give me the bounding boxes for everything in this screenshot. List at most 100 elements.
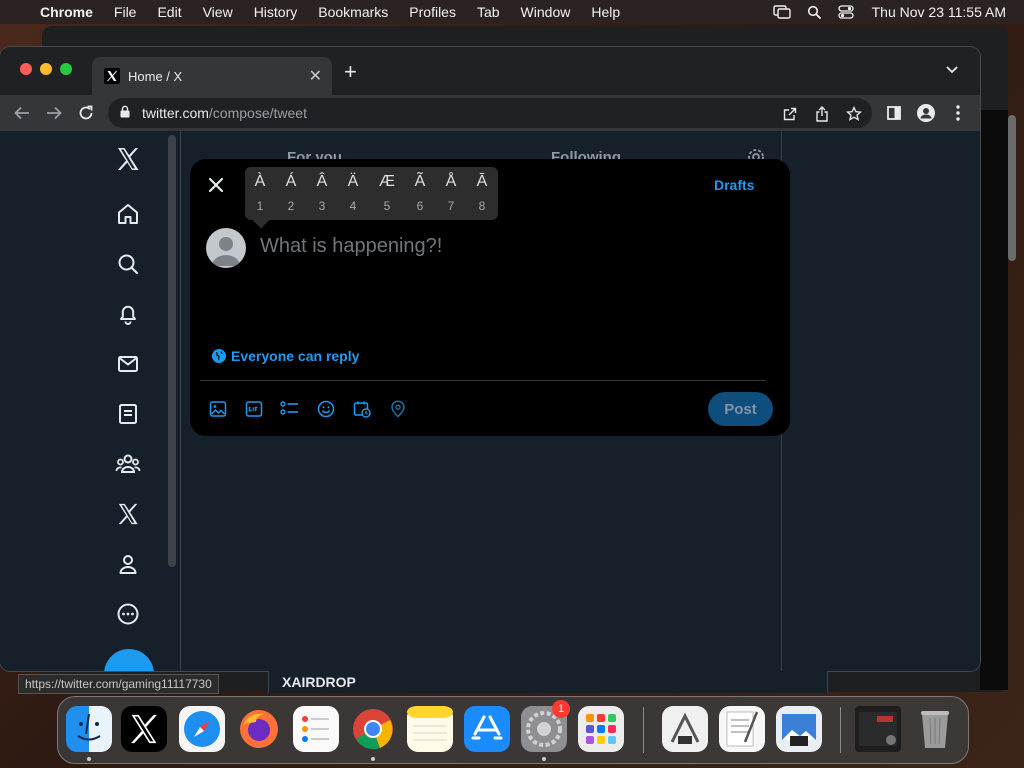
reminders-icon[interactable] xyxy=(293,706,339,752)
menubar-clock[interactable]: Thu Nov 23 11:55 AM xyxy=(872,4,1006,20)
accent-shortcut-number: 1 xyxy=(256,199,264,213)
close-window-button[interactable] xyxy=(20,63,32,75)
finder-running-dot xyxy=(87,757,91,761)
finder-icon[interactable] xyxy=(66,706,112,752)
menu-window[interactable]: Window xyxy=(521,4,571,20)
spotlight-search-icon[interactable] xyxy=(798,5,830,19)
kebab-menu-icon[interactable] xyxy=(946,101,970,125)
app-store-icon[interactable] xyxy=(464,706,510,752)
drafts-button[interactable]: Drafts xyxy=(714,177,754,193)
safari-icon[interactable] xyxy=(179,706,225,752)
notifications-bell-icon[interactable] xyxy=(114,300,142,328)
minimize-window-button[interactable] xyxy=(40,63,52,75)
firefox-icon[interactable] xyxy=(236,706,282,752)
communities-icon[interactable] xyxy=(114,450,142,478)
link-status-bubble: https://twitter.com/gaming11117730 xyxy=(18,674,219,694)
bookmark-star-icon[interactable] xyxy=(844,104,864,124)
post-button[interactable]: Post xyxy=(708,392,773,426)
dock-separator xyxy=(643,707,644,753)
close-modal-icon[interactable] xyxy=(206,175,226,195)
x-sidebar-nav xyxy=(0,131,180,671)
accent-char: Å xyxy=(445,173,457,190)
premium-x-icon[interactable] xyxy=(114,500,142,528)
launchpad-icon[interactable] xyxy=(578,706,624,752)
share-icon[interactable] xyxy=(812,104,832,124)
accent-option[interactable]: Â3 xyxy=(308,173,336,213)
new-tab-button[interactable]: + xyxy=(344,59,357,85)
accent-option[interactable]: Å7 xyxy=(437,173,465,213)
accent-option[interactable]: À1 xyxy=(246,173,274,213)
background-window-edge xyxy=(980,110,1008,690)
right-sidebar xyxy=(781,131,980,671)
textedit-icon[interactable] xyxy=(719,706,765,752)
back-arrow-icon[interactable] xyxy=(10,101,34,125)
accent-shortcut-number: 7 xyxy=(447,199,455,213)
preview-icon[interactable] xyxy=(776,706,822,752)
active-tab[interactable]: Home / X ✕ xyxy=(92,57,332,95)
x-logo-icon[interactable] xyxy=(114,145,142,173)
address-bar[interactable]: twitter.com/compose/tweet xyxy=(108,98,872,128)
schedule-icon[interactable] xyxy=(352,399,372,419)
side-panel-icon[interactable] xyxy=(882,101,906,125)
tab-title: Home / X xyxy=(128,69,183,84)
lists-icon[interactable] xyxy=(114,400,142,428)
chrome-icon[interactable] xyxy=(350,706,396,752)
location-pin-icon[interactable] xyxy=(388,399,408,419)
menu-edit[interactable]: Edit xyxy=(157,4,181,20)
accent-option[interactable]: Ä4 xyxy=(339,173,367,213)
accent-option[interactable]: Æ5 xyxy=(373,173,401,213)
profile-avatar-icon[interactable] xyxy=(914,101,938,125)
menu-bookmarks[interactable]: Bookmarks xyxy=(318,4,388,20)
menu-profiles[interactable]: Profiles xyxy=(409,4,456,20)
tab-strip: Home / X ✕ + xyxy=(0,47,980,95)
tab-close-icon[interactable]: ✕ xyxy=(309,66,322,86)
profile-icon[interactable] xyxy=(114,550,142,578)
home-icon[interactable] xyxy=(114,200,142,228)
dock: 1 xyxy=(57,696,969,764)
lock-icon[interactable] xyxy=(120,105,130,121)
menu-history[interactable]: History xyxy=(254,4,298,20)
menu-tab[interactable]: Tab xyxy=(477,4,500,20)
explore-search-icon[interactable] xyxy=(114,250,142,278)
accent-option[interactable]: Ā8 xyxy=(468,173,496,213)
gif-icon[interactable] xyxy=(244,399,264,419)
tab-search-chevron-icon[interactable] xyxy=(946,61,958,77)
accent-shortcut-number: 8 xyxy=(478,199,486,213)
recent-window-thumbnail[interactable] xyxy=(855,706,901,752)
accent-char: Á xyxy=(285,173,297,190)
more-options-icon[interactable] xyxy=(114,600,142,628)
emoji-icon[interactable] xyxy=(316,399,336,419)
menu-view[interactable]: View xyxy=(203,4,233,20)
xairdrop-label[interactable]: XAIRDROP xyxy=(282,674,356,690)
user-avatar[interactable] xyxy=(206,228,246,268)
x-app-icon[interactable] xyxy=(121,706,167,752)
compose-text-input[interactable]: What is happening?! xyxy=(260,235,442,258)
poll-icon[interactable] xyxy=(280,399,300,419)
accent-shortcut-number: 5 xyxy=(383,199,391,213)
reply-setting-button[interactable]: Everyone can reply xyxy=(212,348,359,364)
accent-char: À xyxy=(254,173,266,190)
menu-app-name[interactable]: Chrome xyxy=(40,4,93,20)
messages-envelope-icon[interactable] xyxy=(114,350,142,378)
screen-mirroring-icon[interactable] xyxy=(766,5,798,19)
settings-running-dot xyxy=(542,757,546,761)
control-center-icon[interactable] xyxy=(830,5,862,19)
accent-option[interactable]: Á2 xyxy=(277,173,305,213)
accent-option[interactable]: Ã6 xyxy=(406,173,434,213)
accent-character-popover: À1 Á2 Â3 Ä4 Æ5 Ã6 Å7 Ā8 xyxy=(245,167,498,229)
menu-help[interactable]: Help xyxy=(591,4,620,20)
page-scrollbar[interactable] xyxy=(1008,115,1016,261)
menu-file[interactable]: File xyxy=(114,4,137,20)
trash-icon[interactable] xyxy=(912,706,958,752)
zoom-window-button[interactable] xyxy=(60,63,72,75)
x-favicon-icon xyxy=(104,68,120,84)
digital-color-meter-icon[interactable] xyxy=(662,706,708,752)
open-in-app-icon[interactable] xyxy=(780,104,800,124)
reload-icon[interactable] xyxy=(74,101,98,125)
sidebar-scrollbar[interactable] xyxy=(168,135,176,567)
url-host: twitter.com xyxy=(142,105,209,121)
media-image-icon[interactable] xyxy=(208,399,228,419)
notes-icon[interactable] xyxy=(407,706,453,752)
forward-arrow-icon[interactable] xyxy=(42,101,66,125)
compose-post-button[interactable] xyxy=(104,649,154,671)
